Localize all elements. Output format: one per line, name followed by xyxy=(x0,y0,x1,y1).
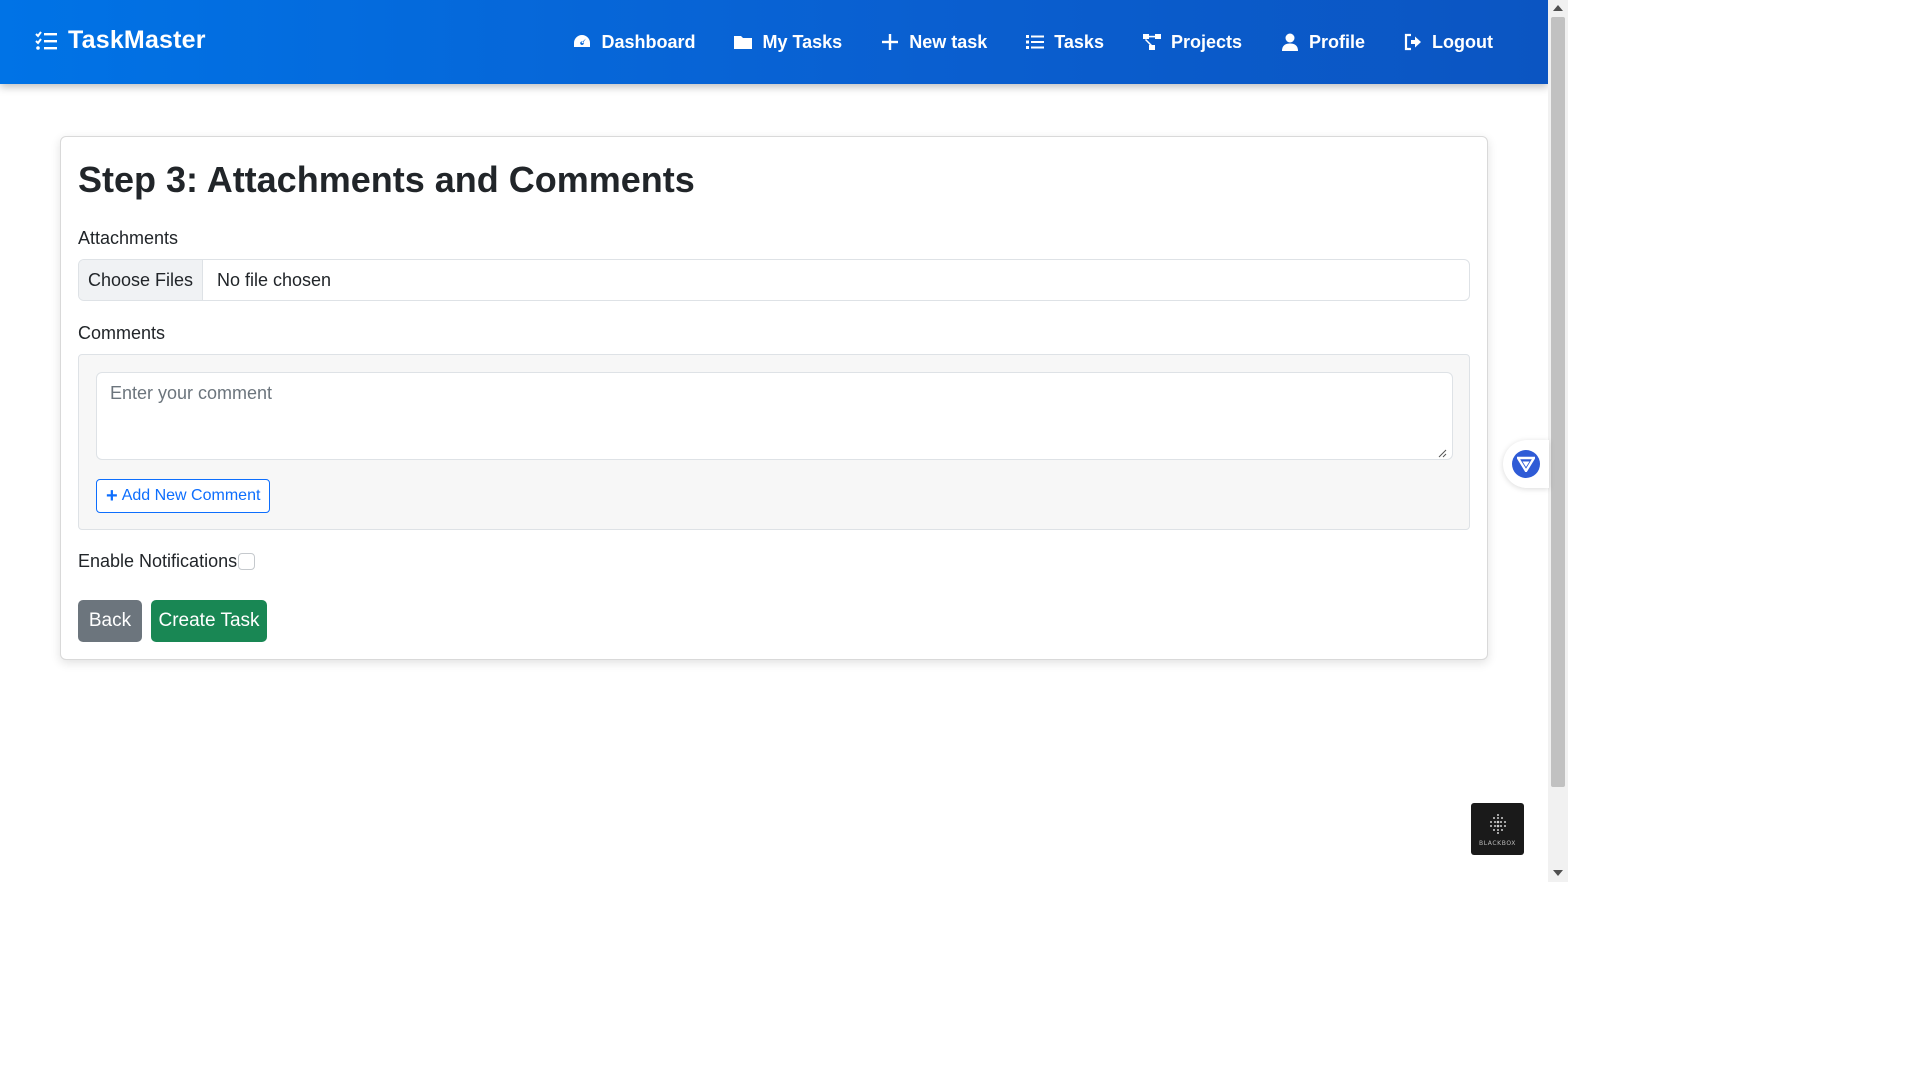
task-form-card: Step 3: Attachments and Comments Attachm… xyxy=(60,136,1488,660)
nav-item-profile[interactable]: Profile xyxy=(1280,32,1365,53)
notifications-checkbox[interactable] xyxy=(238,553,256,570)
resize-grip-icon[interactable] xyxy=(1438,449,1447,458)
comments-container: + Add New Comment xyxy=(78,354,1470,530)
top-navbar: TaskMaster Dashboard My Tasks New task T… xyxy=(0,0,1548,84)
attachments-file-input[interactable]: Choose Files No file chosen xyxy=(78,259,1470,301)
nav-label-new-task: New task xyxy=(909,31,988,52)
add-new-comment-button[interactable]: + Add New Comment xyxy=(96,479,271,513)
nav-item-tasks[interactable]: Tasks xyxy=(1025,32,1104,53)
scroll-up-arrow-icon[interactable] xyxy=(1553,5,1563,11)
nav-item-logout[interactable]: Logout xyxy=(1403,32,1493,53)
notifications-row: Enable Notifications xyxy=(78,551,256,572)
extension-floating-button[interactable] xyxy=(1503,440,1549,488)
list-check-icon xyxy=(35,30,57,50)
nav-label-logout: Logout xyxy=(1432,31,1493,52)
page-scrollbar[interactable] xyxy=(1548,0,1568,882)
sign-out-icon xyxy=(1404,33,1422,51)
nav-menu: Dashboard My Tasks New task Tasks Projec… xyxy=(534,0,1493,84)
nav-label-my-tasks: My Tasks xyxy=(762,31,843,52)
attachments-label: Attachments xyxy=(78,228,179,248)
brand[interactable]: TaskMaster xyxy=(34,26,206,55)
file-status-text: No file chosen xyxy=(217,269,332,290)
back-button[interactable]: Back xyxy=(78,600,142,642)
notifications-label: Enable Notifications xyxy=(78,551,238,571)
nav-item-new-task[interactable]: New task xyxy=(880,32,987,53)
create-task-button[interactable]: Create Task xyxy=(151,600,267,642)
folder-icon xyxy=(734,36,753,49)
brand-name: TaskMaster xyxy=(68,26,206,54)
scroll-thumb[interactable] xyxy=(1551,17,1565,787)
blackbox-widget[interactable]: BLACKBOX xyxy=(1471,803,1524,855)
nav-item-dashboard[interactable]: Dashboard xyxy=(572,32,695,53)
comment-textarea[interactable] xyxy=(96,372,1453,460)
nav-item-projects[interactable]: Projects xyxy=(1142,32,1242,53)
nav-item-my-tasks[interactable]: My Tasks xyxy=(733,32,842,53)
page-title: Step 3: Attachments and Comments xyxy=(78,159,695,200)
list-icon xyxy=(1026,35,1045,49)
blackbox-label: BLACKBOX xyxy=(1479,839,1516,847)
scroll-down-arrow-icon[interactable] xyxy=(1553,870,1563,876)
nav-label-profile: Profile xyxy=(1309,31,1366,52)
nav-label-tasks: Tasks xyxy=(1054,31,1104,52)
nav-label-projects: Projects xyxy=(1170,31,1242,52)
add-comment-label: Add New Comment xyxy=(121,487,261,504)
plus-icon: + xyxy=(106,485,118,507)
nav-label-dashboard: Dashboard xyxy=(601,31,696,52)
comments-label: Comments xyxy=(78,323,166,343)
project-diagram-icon xyxy=(1142,34,1161,50)
extension-logo-icon xyxy=(1512,450,1540,478)
choose-files-button[interactable]: Choose Files xyxy=(79,260,203,300)
plus-icon xyxy=(882,34,899,50)
user-icon xyxy=(1282,33,1298,51)
blackbox-logo-icon xyxy=(1489,813,1506,834)
gauge-icon xyxy=(574,35,591,47)
